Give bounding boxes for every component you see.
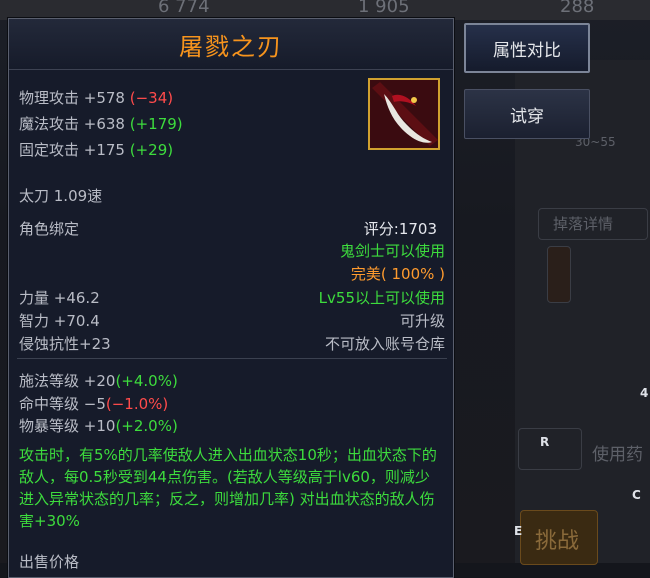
item-score: 评分:1703 [363, 220, 437, 238]
stat-magic-attack: 魔法攻击 +638 (+179) [19, 115, 183, 133]
weapon-type: 太刀 1.09速 [19, 187, 103, 205]
stat-corrode-resist: 侵蚀抗性+23 [19, 335, 111, 353]
compare-label: 属性对比 [493, 40, 561, 61]
stat-physical-attack: 物理攻击 +578 (−34) [19, 89, 174, 107]
sell-price-label: 出售价格 [19, 553, 80, 571]
stat-cast-level: 施法等级 +20(+4.0%) [19, 372, 178, 390]
drop-detail-label: 掉落详情 [553, 215, 614, 233]
stat-fixed-attack: 固定攻击 +175 (+29) [19, 141, 174, 159]
challenge-label: 挑战 [535, 529, 580, 554]
tooltip-header: 屠戮之刃 [9, 19, 453, 70]
use-potion-label: 使用药 [592, 445, 643, 465]
potion-slot[interactable] [518, 428, 582, 470]
binding-type: 角色绑定 [19, 220, 80, 238]
item-description: 攻击时，有5%的几率使敌人进入出血状态10秒；出血状态下的敌人，每0.5秒受到4… [19, 446, 437, 530]
hotkey-e: E [514, 524, 523, 538]
upgradable: 可升级 [399, 312, 445, 330]
currency-1: 6 774 [158, 0, 210, 17]
hotkey-4: 4 [640, 386, 649, 400]
currency-bar: 6 774 1 905 288 [0, 0, 650, 20]
item-tooltip: 屠戮之刃 物理攻击 +578 (−34) 魔法攻击 +638 (+179) 固定… [8, 18, 454, 578]
stat-hit-level: 命中等级 −5(−1.0%) [19, 395, 169, 413]
usable-class: 鬼剑士可以使用 [339, 242, 445, 260]
try-on-button[interactable]: 试穿 [464, 89, 590, 139]
compare-button[interactable]: 属性对比 [464, 23, 590, 73]
currency-3: 288 [560, 0, 595, 17]
background-thumbnail [547, 246, 571, 303]
drop-detail-button[interactable]: 掉落详情 [538, 208, 648, 240]
hotkey-c: C [632, 488, 641, 502]
try-on-label: 试穿 [510, 106, 544, 127]
currency-2: 1 905 [358, 0, 410, 17]
challenge-button[interactable]: 挑战 [520, 510, 598, 565]
stat-intelligence: 智力 +70.4 [19, 312, 100, 330]
sword-icon [368, 78, 440, 150]
hotkey-r: R [540, 435, 550, 449]
storage-restriction: 不可放入账号仓库 [324, 335, 445, 353]
divider [17, 358, 447, 359]
item-name: 屠戮之刃 [179, 32, 283, 61]
stat-strength: 力量 +46.2 [19, 289, 100, 307]
level-requirement: Lv55以上可以使用 [318, 289, 445, 307]
stat-crit-level: 物暴等级 +10(+2.0%) [19, 417, 178, 435]
quality: 完美( 100% ) [350, 265, 445, 283]
